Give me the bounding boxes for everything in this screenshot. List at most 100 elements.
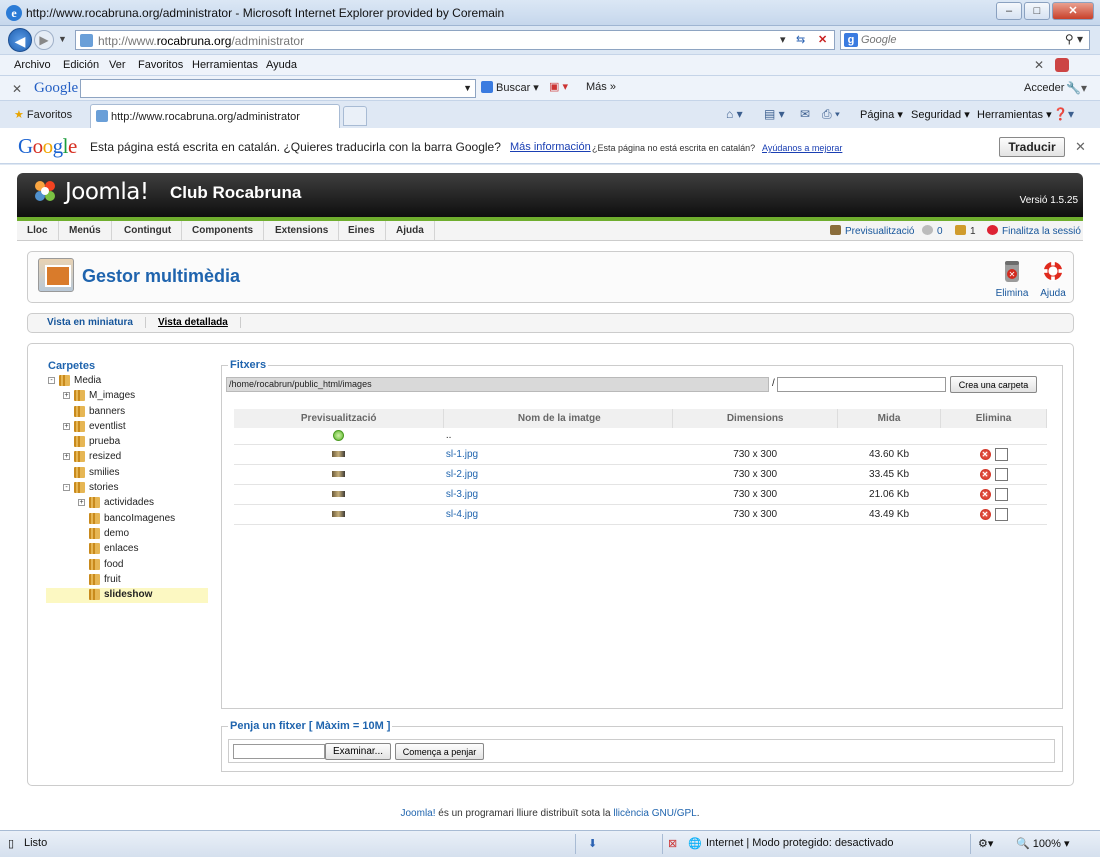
folder-item[interactable]: + eventlist	[46, 420, 208, 435]
messages-link[interactable]: 0	[922, 225, 943, 237]
file-name-link[interactable]: sl-3.jpg	[446, 489, 478, 500]
folder-item[interactable]: smilies	[46, 466, 208, 481]
browse-button[interactable]: Examinar...	[325, 743, 391, 760]
herramientas-menu[interactable]: Herramientas ▾	[977, 108, 1052, 121]
folder-item[interactable]: bancoImagenes	[46, 512, 208, 527]
home-icon[interactable]: ⌂ ▾	[726, 107, 743, 121]
close-window-button[interactable]: ✕	[1052, 2, 1094, 20]
start-upload-button[interactable]: Comença a penjar	[395, 743, 484, 760]
joomla-link[interactable]: Joomla!	[400, 808, 435, 819]
close-google-toolbar-icon[interactable]: ✕	[12, 82, 22, 96]
forward-button[interactable]: ▶	[34, 30, 54, 50]
refresh-icon[interactable]: ⇆	[796, 33, 805, 46]
wrench-icon[interactable]: 🔧▾	[1066, 81, 1087, 95]
security-zone[interactable]: Internet | Modo protegido: desactivado	[706, 837, 894, 849]
folder-item[interactable]: slideshow	[46, 588, 208, 604]
delete-toolbar-button[interactable]: ✕ Elimina	[992, 258, 1032, 299]
menu-ajuda[interactable]: Ajuda	[386, 221, 435, 240]
folder-item[interactable]: fruit	[46, 573, 208, 588]
expand-icon[interactable]: +	[63, 453, 70, 461]
create-folder-button[interactable]: Crea una carpeta	[950, 376, 1037, 393]
file-name-link[interactable]: sl-4.jpg	[446, 509, 478, 520]
chevron-down-icon[interactable]: ▼	[463, 83, 472, 93]
mail-icon[interactable]: ✉	[800, 107, 810, 121]
menu-contingut[interactable]: Contingut	[114, 221, 183, 240]
logout-link[interactable]: Finalitza la sessió	[987, 225, 1081, 237]
url-field[interactable]: http://www.rocabruna.org/administrator ▾…	[75, 30, 835, 50]
parent-folder-row[interactable]: ..	[234, 428, 1047, 445]
feeds-icon[interactable]: ▤ ▾	[764, 107, 785, 121]
folder-item[interactable]: - Media	[46, 374, 208, 389]
license-link[interactable]: llicència GNU/GPL	[613, 808, 696, 819]
menu-ver[interactable]: Ver	[109, 59, 126, 71]
preview-link[interactable]: Previsualització	[830, 225, 914, 237]
folder-item[interactable]: enlaces	[46, 542, 208, 557]
browser-search-box[interactable]: g ⚲ ▾	[840, 30, 1090, 50]
back-button[interactable]: ◀	[8, 28, 32, 52]
folder-item[interactable]: demo	[46, 527, 208, 542]
history-dropdown-icon[interactable]: ▼	[58, 34, 67, 44]
folder-item[interactable]: prueba	[46, 435, 208, 450]
minimize-button[interactable]: –	[996, 2, 1022, 20]
image-thumbnail[interactable]	[332, 490, 346, 497]
help-icon[interactable]: ❓▾	[1053, 107, 1074, 121]
browser-tab[interactable]: http://www.rocabruna.org/administrator	[90, 104, 340, 128]
folder-item[interactable]: + actividades	[46, 496, 208, 511]
file-name-link[interactable]: sl-1.jpg	[446, 449, 478, 460]
tab-detail-view[interactable]: Vista detallada	[146, 317, 241, 328]
menu-menus[interactable]: Menús	[59, 221, 112, 240]
expand-icon[interactable]: +	[63, 392, 70, 400]
url-text[interactable]: http://www.rocabruna.org/administrator	[98, 34, 304, 48]
menu-ayuda[interactable]: Ayuda	[266, 59, 297, 71]
select-checkbox[interactable]	[994, 507, 1008, 521]
addon-icon[interactable]	[1055, 58, 1069, 72]
acceder-button[interactable]: Acceder	[1024, 82, 1064, 94]
mas-button[interactable]: Más »	[586, 81, 616, 93]
folder-item[interactable]: - stories	[46, 481, 208, 496]
close-toolbar-icon[interactable]: ✕	[1034, 58, 1044, 72]
maximize-button[interactable]: □	[1024, 2, 1050, 20]
seguridad-menu[interactable]: Seguridad ▾	[911, 108, 970, 121]
folder-item[interactable]: + resized	[46, 450, 208, 465]
help-toolbar-button[interactable]: Ajuda	[1033, 258, 1073, 299]
tab-thumbnail-view[interactable]: Vista en miniatura	[35, 317, 146, 328]
delete-icon[interactable]: ✕	[979, 468, 991, 480]
image-thumbnail[interactable]	[332, 510, 346, 517]
buscar-button[interactable]: Buscar ▾	[481, 81, 539, 94]
zoom-control[interactable]: 🔍 100% ▾	[1016, 837, 1069, 850]
folder-item[interactable]: food	[46, 558, 208, 573]
expand-icon[interactable]: +	[63, 422, 70, 430]
delete-icon[interactable]: ✕	[979, 488, 991, 500]
folder-item[interactable]: banners	[46, 405, 208, 420]
menu-edicion[interactable]: Edición	[63, 59, 99, 71]
select-checkbox[interactable]	[994, 487, 1008, 501]
help-improve-link[interactable]: Ayúdanos a mejorar	[762, 143, 842, 153]
menu-eines[interactable]: Eines	[338, 221, 386, 240]
print-icon[interactable]: ⎙ ▾	[822, 107, 840, 122]
pagina-menu[interactable]: Página ▾	[860, 108, 903, 121]
image-thumbnail[interactable]	[332, 450, 346, 457]
collapse-icon[interactable]: -	[48, 377, 55, 384]
delete-icon[interactable]: ✕	[979, 508, 991, 520]
menu-archivo[interactable]: Archivo	[14, 59, 51, 71]
expand-icon[interactable]: +	[78, 499, 85, 507]
search-icon[interactable]: ⚲ ▾	[1065, 32, 1083, 46]
folder-up-icon[interactable]	[333, 430, 345, 442]
menu-extensions[interactable]: Extensions	[265, 221, 340, 240]
close-translate-icon[interactable]: ✕	[1075, 139, 1086, 155]
url-dropdown-icon[interactable]: ▾	[780, 33, 786, 46]
more-info-link[interactable]: Más información	[510, 141, 591, 153]
select-checkbox[interactable]	[994, 447, 1008, 461]
collapse-icon[interactable]: -	[63, 484, 70, 492]
google-toolbar-search[interactable]: ▼	[80, 79, 476, 98]
users-link[interactable]: 1	[955, 225, 976, 237]
protected-mode-icon[interactable]: ⚙▾	[978, 837, 993, 850]
image-thumbnail[interactable]	[332, 470, 346, 477]
popup-blocked-icon[interactable]: ⊠	[668, 837, 677, 850]
stop-icon[interactable]: ✕	[818, 33, 827, 46]
delete-icon[interactable]: ✕	[979, 448, 991, 460]
browser-search-input[interactable]	[861, 32, 1061, 48]
new-tab-button[interactable]	[343, 106, 367, 126]
menu-components[interactable]: Components	[182, 221, 265, 240]
parent-folder-name[interactable]: ..	[443, 428, 673, 445]
